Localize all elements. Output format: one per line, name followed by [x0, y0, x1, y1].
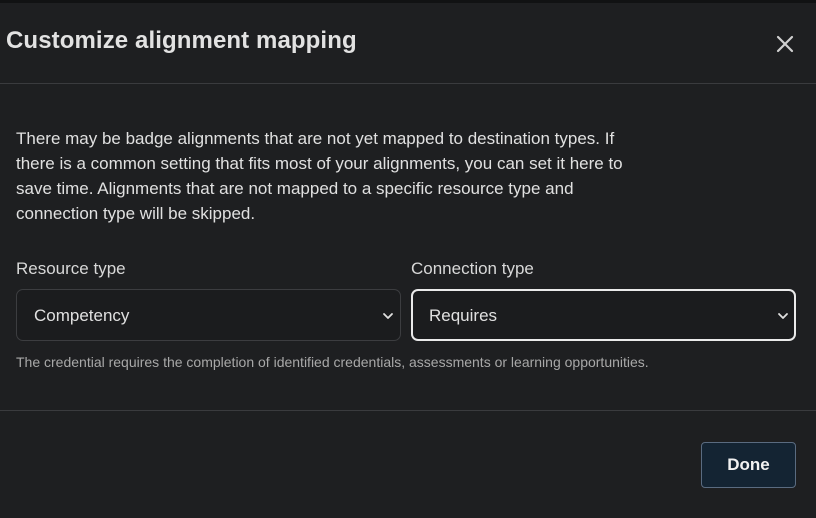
connection-type-label: Connection type [411, 259, 534, 278]
alignment-mapping-dialog: Customize alignment mapping There may be… [0, 3, 816, 518]
resource-type-select[interactable]: Competency [16, 289, 401, 341]
dialog-footer: Done [0, 411, 816, 518]
connection-type-help-text: The credential requires the completion o… [16, 354, 649, 370]
dialog-title: Customize alignment mapping [6, 27, 357, 54]
connection-type-selected-value: Requires [429, 306, 498, 325]
chevron-down-icon [383, 313, 393, 319]
chevron-down-icon [778, 313, 788, 319]
dialog-description: There may be badge alignments that are n… [16, 129, 623, 223]
close-icon [776, 35, 794, 53]
done-button[interactable]: Done [701, 442, 796, 488]
dialog-header: Customize alignment mapping [0, 3, 816, 84]
close-button[interactable] [770, 29, 800, 59]
connection-type-select[interactable]: Requires [411, 289, 796, 341]
resource-type-label: Resource type [16, 259, 126, 278]
dialog-body: There may be badge alignments that are n… [0, 84, 816, 411]
resource-type-selected-value: Competency [34, 306, 130, 325]
